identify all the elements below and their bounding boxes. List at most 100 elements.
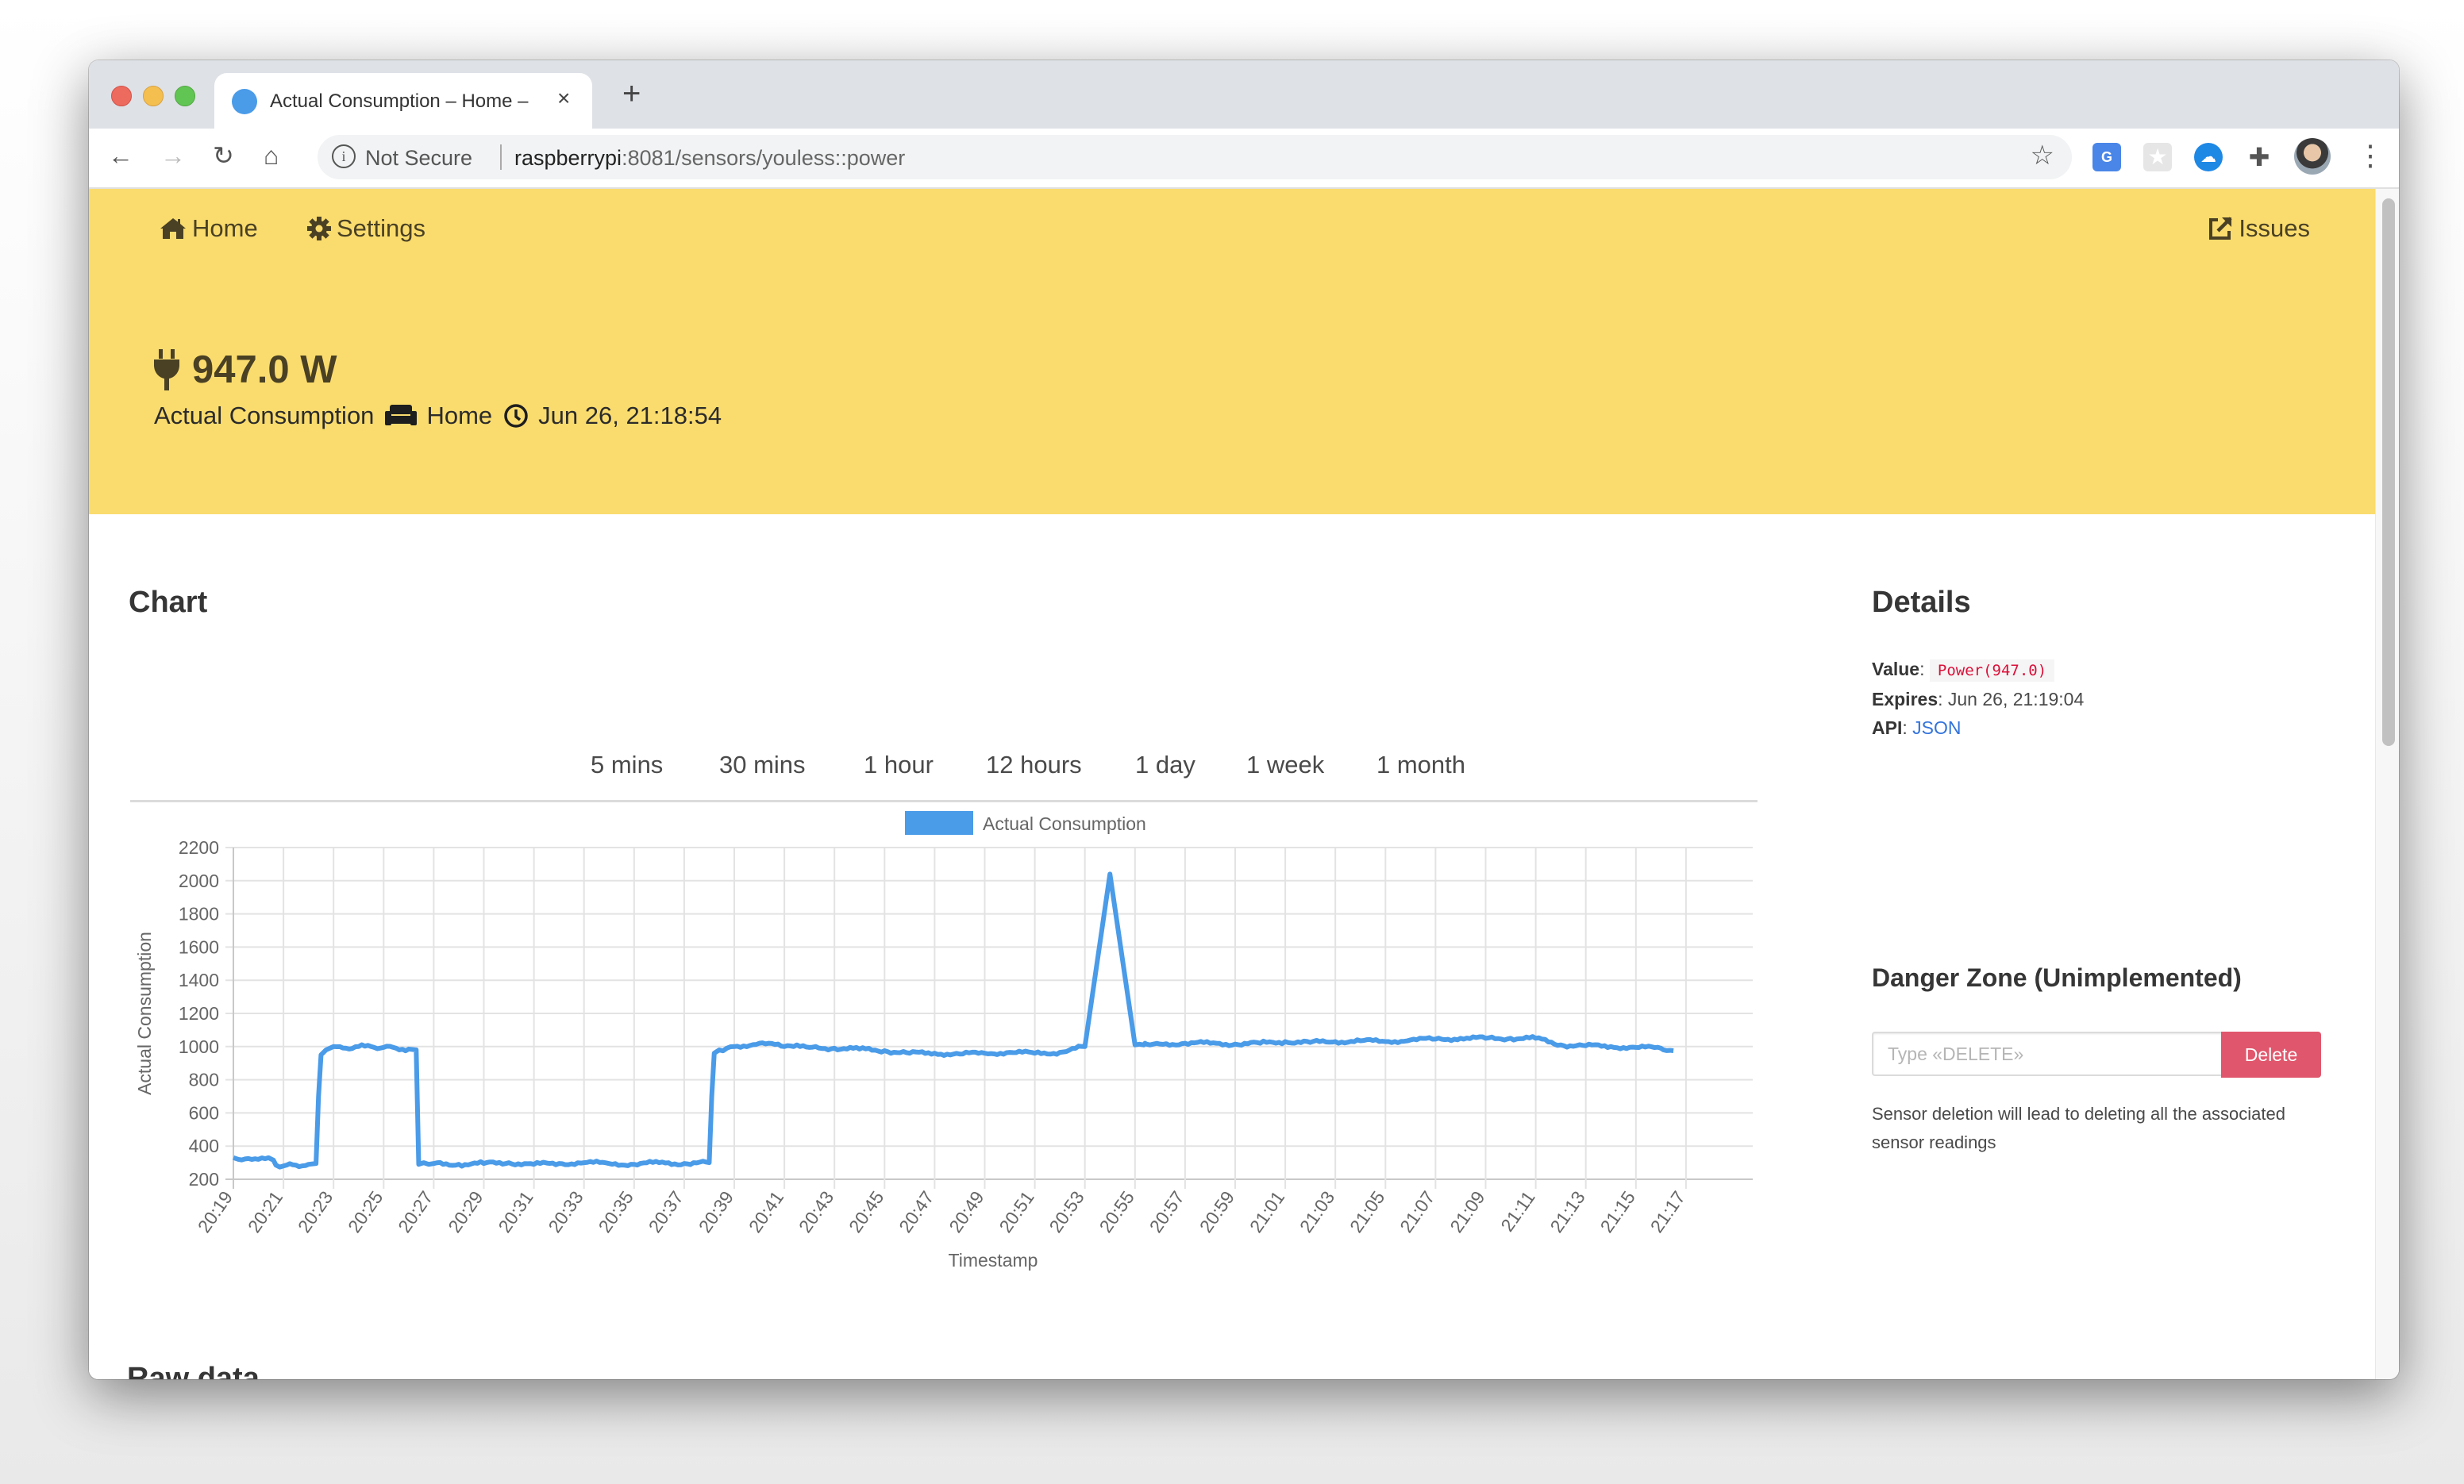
- delete-button[interactable]: Delete: [2221, 1032, 2321, 1078]
- detail-api: API: JSON: [1872, 717, 1962, 738]
- danger-zone-title: Danger Zone (Unimplemented): [1872, 963, 2242, 992]
- bookmark-star-icon[interactable]: ☆: [2031, 140, 2054, 171]
- x-tick-label: 20:47: [895, 1187, 937, 1236]
- x-tick-label: 20:19: [194, 1187, 237, 1236]
- x-tick-label: 20:45: [845, 1187, 887, 1236]
- details-title: Details: [1872, 586, 1971, 619]
- info-icon[interactable]: i: [332, 144, 356, 168]
- url-path: :8081/sensors/youless::power: [622, 146, 906, 170]
- url-text[interactable]: raspberrypi:8081/sensors/youless::power: [514, 146, 905, 171]
- nav-settings-link[interactable]: Settings: [306, 214, 425, 243]
- range-5-mins[interactable]: 5 mins: [591, 751, 663, 779]
- gear-icon: [307, 217, 331, 240]
- x-tick-label: 20:49: [945, 1187, 988, 1236]
- cloud-key-icon[interactable]: ☁: [2194, 143, 2223, 171]
- back-icon[interactable]: ←: [108, 140, 133, 171]
- x-tick-label: 21:01: [1245, 1187, 1288, 1236]
- nav-issues-label: Issues: [2239, 214, 2310, 242]
- raw-data-title: Raw data: [127, 1362, 260, 1379]
- range-12-hours[interactable]: 12 hours: [986, 751, 1082, 779]
- detail-value-code: Power(947.0): [1929, 659, 2055, 682]
- range-1-hour[interactable]: 1 hour: [864, 751, 934, 779]
- favicon-icon: [232, 89, 257, 114]
- range-30-mins[interactable]: 30 mins: [719, 751, 806, 779]
- hero-banner: Home Settings Issues 947.0 W Actual Cons…: [89, 189, 2375, 514]
- detail-expires-label: Expires: [1872, 689, 1938, 709]
- y-tick-label: 1600: [179, 936, 219, 957]
- x-tick-label: 21:17: [1646, 1187, 1689, 1236]
- current-value-text: 947.0 W: [192, 348, 337, 391]
- delete-help-text: Sensor deletion will lead to deleting al…: [1872, 1104, 2285, 1152]
- sensor-location: Home: [426, 402, 493, 429]
- detail-value-label: Value: [1872, 659, 1920, 679]
- address-bar[interactable]: i Not Secure raspberrypi:8081/sensors/yo…: [318, 135, 2072, 179]
- url-host: raspberrypi: [514, 146, 622, 170]
- x-tick-label: 20:35: [595, 1187, 637, 1236]
- sensor-meta: Actual Consumption Home Jun 26, 21:18:54: [154, 402, 722, 430]
- google-translate-icon[interactable]: G: [2092, 143, 2121, 171]
- nav-home-label: Home: [192, 214, 258, 242]
- nav-issues-link[interactable]: Issues: [2207, 214, 2310, 243]
- y-tick-label: 200: [189, 1169, 219, 1190]
- chart-section-title: Chart: [129, 586, 208, 619]
- x-tick-label: 21:13: [1546, 1187, 1588, 1236]
- y-tick-label: 1000: [179, 1036, 219, 1057]
- nav-home-link[interactable]: Home: [159, 214, 258, 243]
- nav-settings-label: Settings: [337, 214, 426, 242]
- sensor-name: Actual Consumption: [154, 402, 375, 429]
- security-label[interactable]: Not Secure: [365, 146, 472, 171]
- forward-icon[interactable]: →: [160, 140, 186, 171]
- detail-api-label: API: [1872, 717, 1903, 738]
- tab-strip: Actual Consumption – Home – × +: [89, 60, 2399, 129]
- home-icon: [160, 218, 186, 239]
- y-tick-label: 1200: [179, 1003, 219, 1024]
- x-tick-label: 20:43: [795, 1187, 837, 1236]
- range-tabs: 5 mins 30 mins 1 hour 12 hours 1 day 1 w…: [130, 736, 1758, 802]
- maximize-window-button[interactable]: [175, 86, 195, 106]
- page-scrollbar[interactable]: [2375, 189, 2399, 1379]
- x-tick-label: 21:03: [1296, 1187, 1338, 1236]
- home-icon[interactable]: ⌂: [264, 140, 279, 171]
- detail-value: Value: Power(947.0): [1872, 659, 2055, 682]
- couch-icon: [385, 405, 418, 425]
- x-tick-label: 20:37: [645, 1187, 687, 1236]
- external-link-icon: [2209, 217, 2232, 240]
- legend-label: Actual Consumption: [983, 813, 1146, 834]
- x-tick-label: 20:25: [344, 1187, 387, 1236]
- scrollbar-thumb[interactable]: [2382, 198, 2395, 746]
- y-tick-label: 2200: [179, 837, 219, 858]
- x-tick-label: 20:31: [494, 1187, 537, 1236]
- current-value: 947.0 W: [154, 348, 337, 392]
- x-tick-label: 21:11: [1496, 1187, 1538, 1236]
- range-1-week[interactable]: 1 week: [1246, 751, 1324, 779]
- browser-window: Actual Consumption – Home – × + ← → ↻ ⌂ …: [89, 60, 2399, 1379]
- bookmark-extension-icon[interactable]: ★: [2143, 143, 2172, 171]
- browser-tab[interactable]: Actual Consumption – Home – ×: [214, 73, 592, 129]
- y-tick-label: 1800: [179, 904, 219, 925]
- detail-expires: Expires: Jun 26, 21:19:04: [1872, 689, 2085, 709]
- range-1-day[interactable]: 1 day: [1135, 751, 1195, 779]
- close-window-button[interactable]: [111, 86, 132, 106]
- extensions-puzzle-icon[interactable]: ✚: [2245, 143, 2273, 171]
- new-tab-button[interactable]: +: [622, 78, 641, 110]
- x-tick-label: 20:41: [745, 1187, 787, 1236]
- detail-expires-value: Jun 26, 21:19:04: [1947, 689, 2085, 709]
- clock-icon: [504, 404, 528, 428]
- divider: [500, 144, 502, 170]
- api-json-link[interactable]: JSON: [1912, 717, 1961, 738]
- menu-kebab-icon[interactable]: ⋮: [2356, 138, 2385, 173]
- series-line-actual-consumption: [233, 871, 1674, 1170]
- browser-toolbar: ← → ↻ ⌂ i Not Secure raspberrypi:8081/se…: [89, 129, 2399, 189]
- tab-close-icon[interactable]: ×: [557, 86, 570, 111]
- delete-confirm-input[interactable]: [1872, 1032, 2221, 1076]
- minimize-window-button[interactable]: [143, 86, 164, 106]
- avatar[interactable]: [2294, 138, 2331, 175]
- x-tick-label: 20:53: [1045, 1187, 1088, 1236]
- x-tick-label: 21:09: [1446, 1187, 1488, 1236]
- page-viewport: Home Settings Issues 947.0 W Actual Cons…: [89, 189, 2375, 1379]
- x-tick-label: 20:59: [1195, 1187, 1238, 1236]
- x-tick-label: 20:23: [294, 1187, 337, 1236]
- legend-swatch: [905, 811, 973, 835]
- reload-icon[interactable]: ↻: [213, 140, 234, 171]
- range-1-month[interactable]: 1 month: [1376, 751, 1465, 779]
